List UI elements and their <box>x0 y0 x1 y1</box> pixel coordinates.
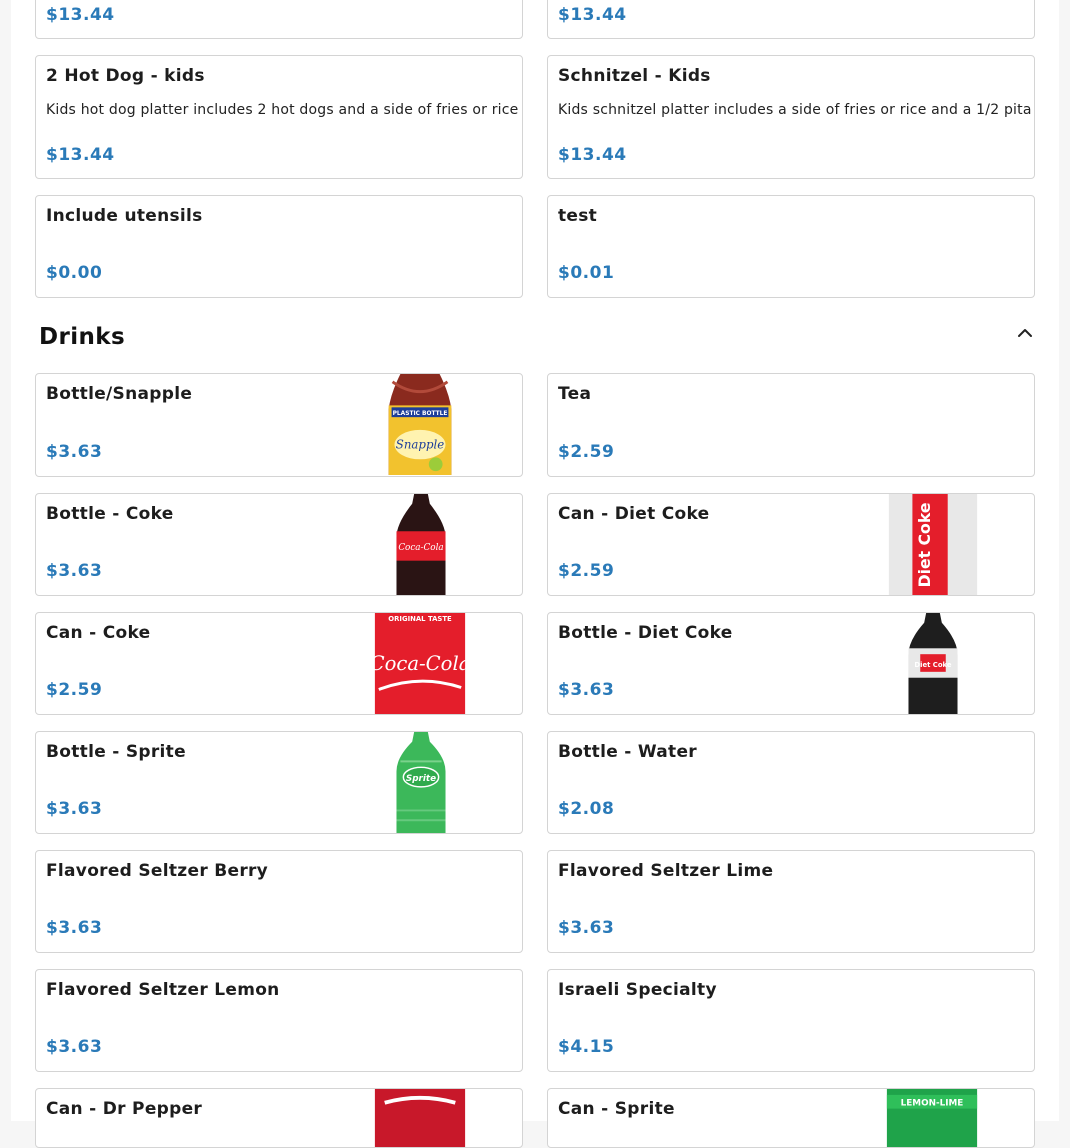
item-name: Schnitzel - Kids <box>558 66 711 86</box>
item-name: Bottle - Diet Coke <box>558 623 733 643</box>
coke-can-top-label: ORIGINAL TASTE <box>388 615 452 623</box>
menu-item-card[interactable]: Israeli Specialty $4.15 <box>547 969 1035 1072</box>
snapple-label-top: PLASTIC BOTTLE <box>393 411 448 417</box>
diet-coke-bottle-label: Diet Coke <box>914 661 951 669</box>
menu-item-card[interactable]: Bottle - Diet Coke $3.63 Diet Coke <box>547 612 1035 715</box>
dr-pepper-can-image <box>374 1089 466 1147</box>
item-name: Israeli Specialty <box>558 980 717 1000</box>
menu-item-card[interactable]: Flavored Seltzer Berry $3.63 <box>35 850 523 953</box>
item-description: Kids hot dog platter includes 2 hot dogs… <box>46 102 519 118</box>
item-price: $13.44 <box>46 5 115 25</box>
item-name: Include utensils <box>46 206 203 226</box>
coke-can-image: ORIGINAL TASTE Coca-Cola <box>374 613 466 714</box>
item-description: Kids schnitzel platter includes a side o… <box>558 102 1032 118</box>
item-name: 2 Hot Dog - kids <box>46 66 205 86</box>
diet-coke-can-label: Diet Coke <box>915 503 934 588</box>
item-name: test <box>558 206 598 226</box>
menu-item-card[interactable]: Can - Coke $2.59 ORIGINAL TASTE Coca-Col… <box>35 612 523 715</box>
item-name: Can - Diet Coke <box>558 504 710 524</box>
coke-can-label: Coca-Cola <box>374 652 466 675</box>
menu-item-card[interactable]: $13.44 <box>35 0 523 39</box>
item-price: $2.59 <box>558 561 615 581</box>
menu-item-card[interactable]: Schnitzel - Kids Kids schnitzel platter … <box>547 55 1035 179</box>
chevron-up-icon[interactable] <box>1014 322 1036 344</box>
sprite-can-label: LEMON-LIME <box>901 1099 964 1109</box>
menu-item-card[interactable]: Bottle - Sprite $3.63 Sprite <box>35 731 523 834</box>
sprite-bottle-image: Sprite <box>396 732 446 833</box>
item-name: Can - Coke <box>46 623 151 643</box>
menu-item-card[interactable]: 2 Hot Dog - kids Kids hot dog platter in… <box>35 55 523 179</box>
menu-item-card[interactable]: Bottle - Coke $3.63 Coca-Cola <box>35 493 523 596</box>
menu-item-card[interactable]: Can - Diet Coke $2.59 Diet Coke <box>547 493 1035 596</box>
menu-item-card[interactable]: Can - Sprite LEMON-LIME <box>547 1088 1035 1148</box>
item-price: $13.44 <box>558 145 627 165</box>
item-price: $13.44 <box>46 145 115 165</box>
item-price: $3.63 <box>558 918 615 938</box>
sprite-can-image: LEMON-LIME <box>886 1089 978 1147</box>
item-price: $3.63 <box>46 561 103 581</box>
coke-bottle-label: Coca-Cola <box>398 543 443 553</box>
item-price: $3.63 <box>558 680 615 700</box>
section-title-drinks: Drinks <box>39 324 126 350</box>
diet-coke-bottle-image: Diet Coke <box>908 613 958 714</box>
item-price: $0.00 <box>46 263 103 283</box>
item-price: $3.63 <box>46 918 103 938</box>
item-name: Bottle - Water <box>558 742 697 762</box>
menu-item-card[interactable]: Include utensils $0.00 <box>35 195 523 298</box>
item-name: Can - Sprite <box>558 1099 675 1119</box>
item-name: Bottle/Snapple <box>46 384 193 404</box>
menu-item-card[interactable]: Tea $2.59 <box>547 373 1035 477</box>
item-price: $4.15 <box>558 1037 615 1057</box>
menu-item-card[interactable]: test $0.01 <box>547 195 1035 298</box>
item-price: $3.63 <box>46 799 103 819</box>
menu-item-card[interactable]: Can - Dr Pepper <box>35 1088 523 1148</box>
item-name: Flavored Seltzer Lime <box>558 861 774 881</box>
item-price: $2.08 <box>558 799 615 819</box>
snapple-bottle-image: PLASTIC BOTTLE Snapple <box>388 374 452 475</box>
snapple-label-brand: Snapple <box>396 438 444 452</box>
item-name: Tea <box>558 384 592 404</box>
menu-item-card[interactable]: Bottle - Water $2.08 <box>547 731 1035 834</box>
menu-item-card[interactable]: Flavored Seltzer Lemon $3.63 <box>35 969 523 1072</box>
coke-bottle-image: Coca-Cola <box>396 494 446 595</box>
diet-coke-can-image: Diet Coke <box>888 494 978 595</box>
sprite-bottle-label: Sprite <box>406 774 436 784</box>
menu-item-card[interactable]: Bottle/Snapple $3.63 PLASTIC BOTTLE Snap… <box>35 373 523 477</box>
item-price: $0.01 <box>558 263 615 283</box>
item-price: $3.63 <box>46 1037 103 1057</box>
item-name: Bottle - Sprite <box>46 742 186 762</box>
item-price: $13.44 <box>558 5 627 25</box>
item-price: $2.59 <box>558 442 615 462</box>
item-name: Bottle - Coke <box>46 504 174 524</box>
item-name: Flavored Seltzer Lemon <box>46 980 280 1000</box>
item-name: Can - Dr Pepper <box>46 1099 203 1119</box>
menu-item-card[interactable]: $13.44 <box>547 0 1035 39</box>
item-price: $3.63 <box>46 442 103 462</box>
item-name: Flavored Seltzer Berry <box>46 861 269 881</box>
menu-item-card[interactable]: Flavored Seltzer Lime $3.63 <box>547 850 1035 953</box>
item-price: $2.59 <box>46 680 103 700</box>
